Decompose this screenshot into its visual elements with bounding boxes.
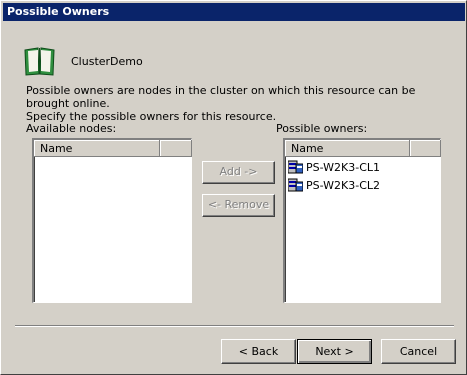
owner-node-name: PS-W2K3-CL1 bbox=[306, 161, 381, 174]
possible-owners-label: Possible owners: bbox=[276, 122, 368, 135]
next-button[interactable]: Next > bbox=[297, 339, 372, 364]
server-node-icon bbox=[288, 178, 303, 192]
description-line-1: Possible owners are nodes in the cluster… bbox=[26, 84, 416, 110]
available-name-column-header[interactable]: Name bbox=[34, 140, 160, 157]
cancel-button[interactable]: Cancel bbox=[381, 339, 456, 364]
resource-name: ClusterDemo bbox=[71, 55, 143, 68]
description-text: Possible owners are nodes in the cluster… bbox=[26, 84, 456, 123]
add-button[interactable]: Add -> bbox=[202, 161, 275, 184]
server-node-icon bbox=[288, 160, 303, 174]
available-extra-column-header[interactable] bbox=[160, 140, 192, 157]
title-bar: Possible Owners bbox=[3, 3, 465, 21]
possible-owners-dialog: Possible Owners ClusterDemo Possible own… bbox=[0, 0, 467, 375]
remove-button[interactable]: <- Remove bbox=[202, 194, 275, 217]
possible-owners-list[interactable]: Name PS-W2K3-CL1 PS-W2K3-CL2 bbox=[283, 138, 441, 303]
available-nodes-label: Available nodes: bbox=[26, 122, 117, 135]
back-button[interactable]: < Back bbox=[221, 339, 296, 364]
owners-name-column-header[interactable]: Name bbox=[285, 140, 410, 157]
owners-extra-column-header[interactable] bbox=[410, 140, 441, 157]
divider bbox=[15, 325, 454, 327]
book-icon bbox=[24, 47, 55, 76]
owner-node-name: PS-W2K3-CL2 bbox=[306, 179, 381, 192]
available-nodes-list[interactable]: Name bbox=[32, 138, 192, 303]
window-title: Possible Owners bbox=[7, 5, 110, 18]
